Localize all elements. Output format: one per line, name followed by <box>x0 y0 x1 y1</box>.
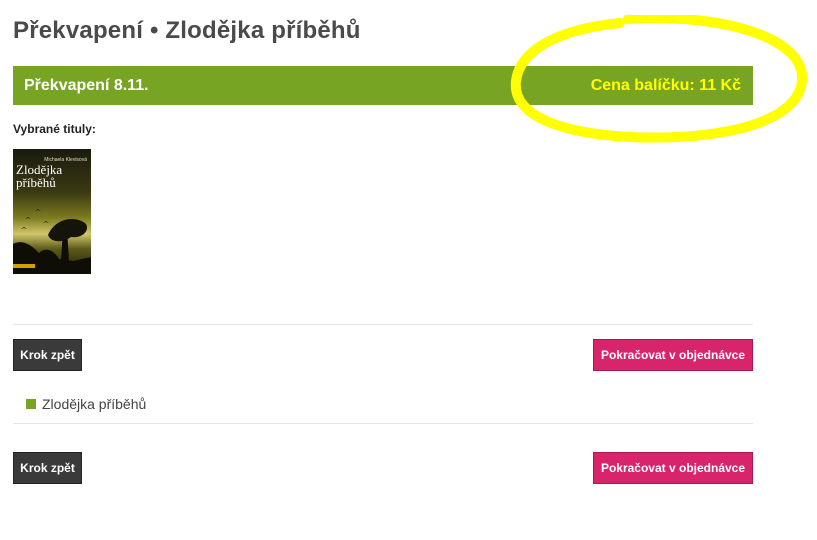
divider <box>13 324 753 325</box>
selected-titles-label: Vybrané tituly: <box>13 122 96 136</box>
package-name: Překvapení 8.11. <box>24 77 149 94</box>
back-button[interactable]: Krok zpět <box>13 452 82 484</box>
continue-order-button[interactable]: Pokračovat v objednávce <box>593 452 753 484</box>
back-button[interactable]: Krok zpět <box>13 339 82 371</box>
page-title: Překvapení • Zlodějka příběhů <box>13 17 361 44</box>
list-item-label: Zlodějka příběhů <box>42 396 147 412</box>
book-cover-thumbnail[interactable]: Michaela Klevisová Zlodějka příběhů <box>13 149 91 274</box>
package-price: Cena balíčku: 11 Kč <box>590 77 741 94</box>
list-item: Zlodějka příběhů <box>26 396 146 412</box>
green-square-bullet-icon <box>26 399 36 409</box>
divider <box>13 423 753 424</box>
tree-silhouette-icon <box>13 209 91 274</box>
continue-order-button[interactable]: Pokračovat v objednávce <box>593 339 753 371</box>
cover-flag <box>13 264 35 268</box>
package-bar: Překvapení 8.11. Cena balíčku: 11 Kč <box>13 66 753 105</box>
